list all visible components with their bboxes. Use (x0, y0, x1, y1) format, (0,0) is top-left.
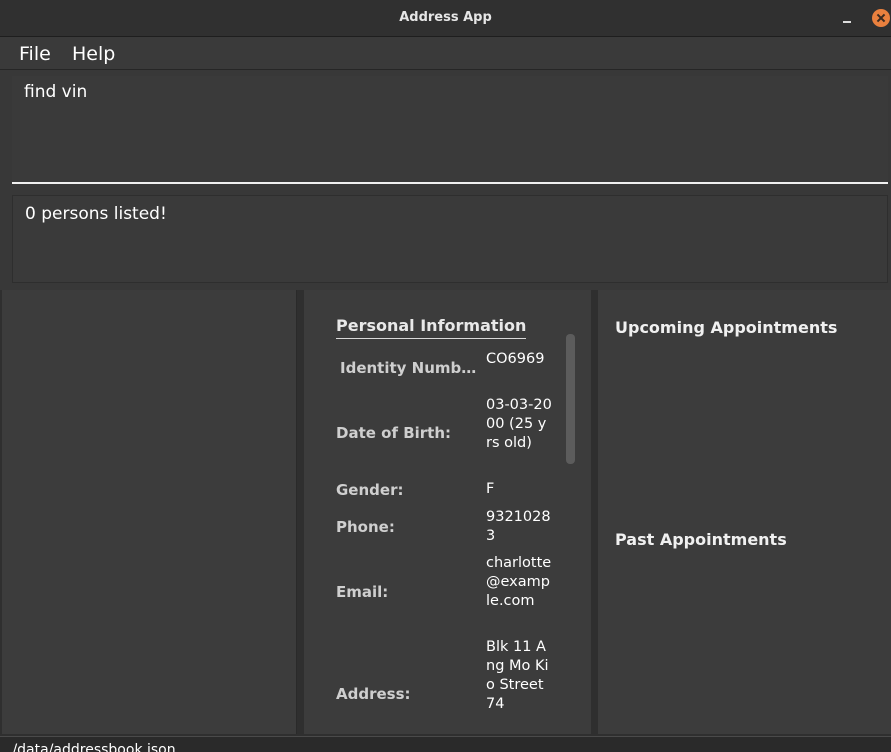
minimize-icon[interactable] (838, 8, 856, 28)
save-location: ./data/addressbook.json (8, 742, 176, 752)
result-message: 0 persons listed! (25, 204, 167, 224)
info-value: 93210283 (486, 509, 551, 544)
info-label: Identity Numb... (340, 359, 478, 377)
title-bar: Address App (0, 0, 891, 37)
person-list-panel (2, 290, 297, 734)
personal-info-heading: Personal Information (336, 316, 527, 339)
menu-file[interactable]: File (19, 43, 51, 65)
info-label: Email: (336, 583, 389, 601)
window-title: Address App (399, 10, 492, 25)
info-value: charlotte@example.com (486, 555, 552, 609)
status-bar: ./data/addressbook.json (0, 736, 891, 752)
result-display: 0 persons listed! (12, 195, 888, 283)
info-value: Blk 11 Ang Mo Kio Street 74 (486, 639, 549, 712)
past-appointments-heading: Past Appointments (615, 530, 787, 549)
main-content: Personal Information Identity Numb... CO… (0, 290, 891, 736)
info-value: F (486, 481, 495, 497)
personal-info-panel: Personal Information Identity Numb... CO… (304, 290, 591, 734)
command-text: find vin (24, 82, 88, 102)
result-pane: 0 persons listed! (0, 190, 891, 290)
info-label: Phone: (336, 518, 395, 536)
info-value: CO6969 (486, 351, 545, 367)
command-pane: find vin (0, 70, 891, 190)
menu-bar: File Help (0, 37, 891, 70)
menu-help[interactable]: Help (72, 43, 115, 65)
scrollbar-thumb[interactable] (566, 334, 575, 464)
upcoming-appointments-heading: Upcoming Appointments (615, 318, 838, 337)
personal-info-scroll[interactable]: Identity Numb... CO6969 Date of Birth: 0… (304, 340, 564, 723)
info-value: 03-03-2000 (25 yrs old) (486, 397, 552, 451)
info-label: Date of Birth: (336, 424, 452, 442)
info-label: Address: (336, 685, 411, 703)
info-label: Gender: (336, 481, 404, 499)
command-input[interactable]: find vin (12, 76, 888, 184)
close-icon[interactable] (872, 9, 890, 27)
appointments-panel: Upcoming Appointments Past Appointments (598, 290, 891, 734)
